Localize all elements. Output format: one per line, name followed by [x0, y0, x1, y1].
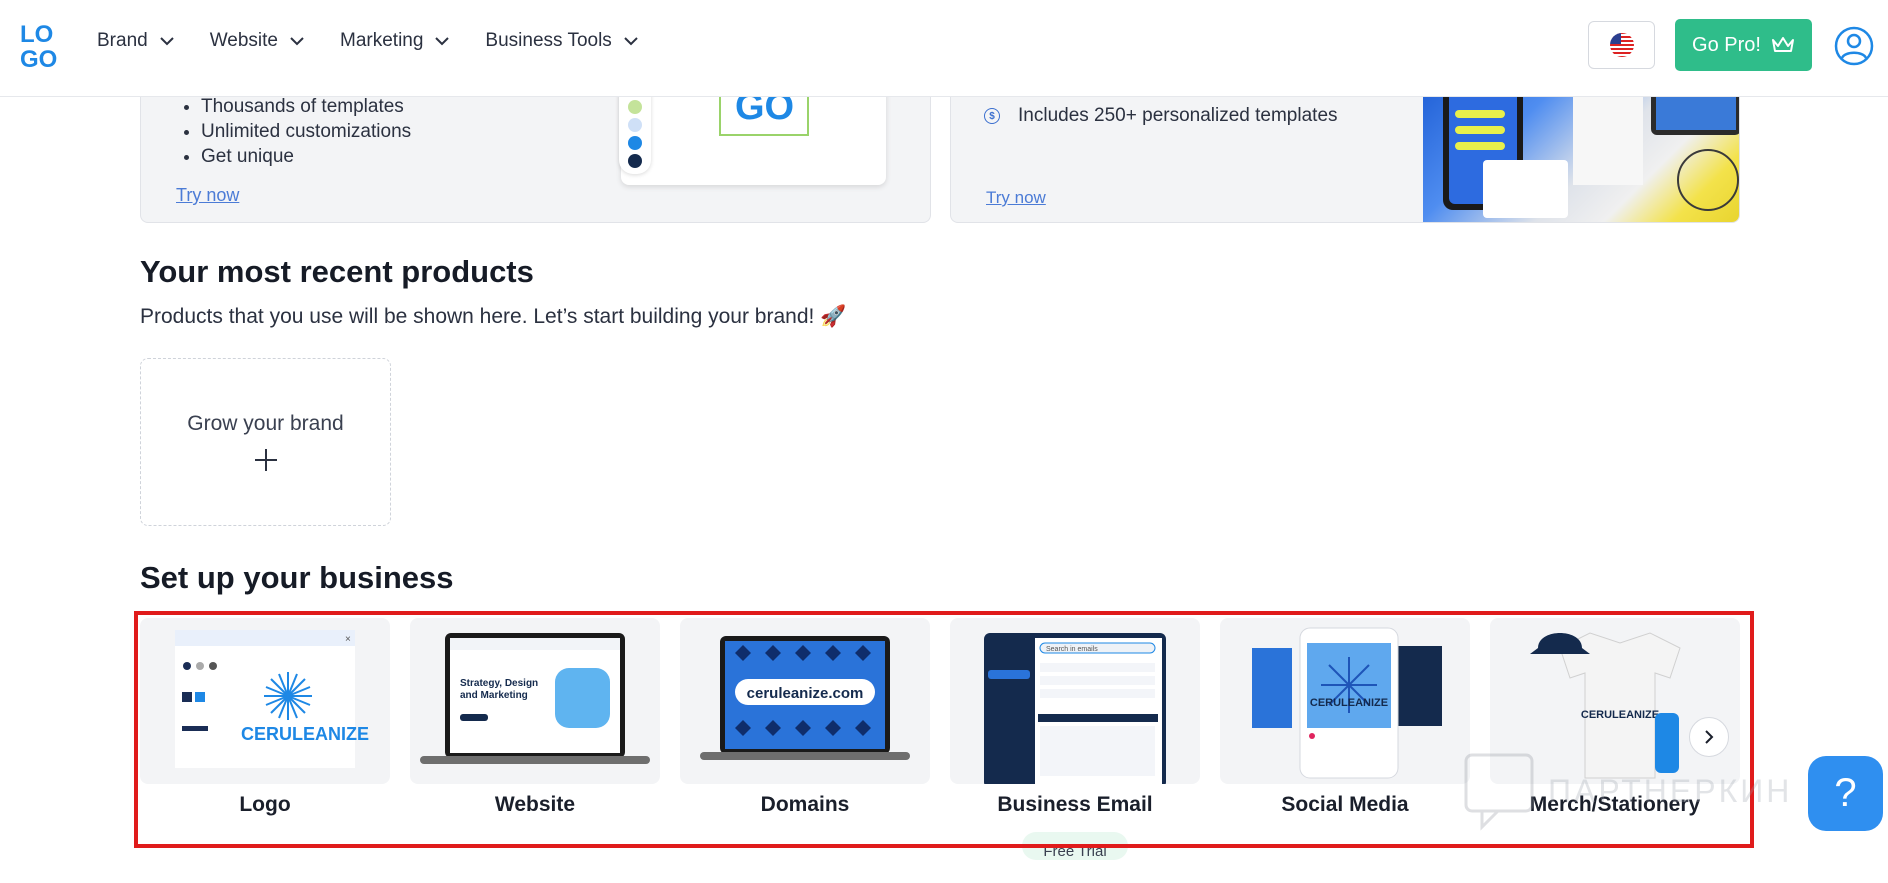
chat-bubble-icon: [1464, 753, 1534, 831]
try-now-link[interactable]: Try now: [986, 188, 1046, 208]
nav-marketing[interactable]: Marketing: [340, 30, 451, 52]
try-now-link[interactable]: Try now: [176, 185, 239, 206]
dollar-circle-icon: $: [984, 108, 1000, 124]
nav-marketing-label: Marketing: [340, 30, 424, 51]
nav-business-tools-label: Business Tools: [485, 30, 612, 51]
promo-feature: Unlimited customizations: [201, 119, 411, 144]
nav-website[interactable]: Website: [210, 30, 306, 52]
plus-icon: [254, 449, 277, 471]
nav-brand[interactable]: Brand: [97, 30, 176, 52]
go-pro-label: Go Pro!: [1692, 33, 1761, 56]
chevron-down-icon: [159, 37, 174, 46]
grow-your-brand-card[interactable]: Grow your brand: [140, 358, 391, 526]
chevron-down-icon: [624, 37, 638, 46]
user-circle-icon: [1834, 26, 1874, 66]
go-pro-button[interactable]: Go Pro!: [1675, 19, 1812, 71]
chevron-down-icon: [290, 37, 304, 46]
svg-text:LO: LO: [20, 21, 53, 48]
promo-feature-list: Thousands of templates Unlimited customi…: [201, 94, 411, 169]
account-button[interactable]: [1833, 25, 1875, 67]
recent-products-title: Your most recent products: [140, 254, 534, 289]
crown-icon: [1771, 37, 1794, 52]
promo-feature: Thousands of templates: [201, 94, 411, 119]
nav-website-label: Website: [209, 30, 278, 51]
promo-card-logo-maker: Thousands of templates Unlimited customi…: [140, 80, 931, 223]
us-flag-icon: [1609, 33, 1634, 57]
question-mark-icon: ?: [1834, 771, 1857, 815]
language-selector[interactable]: [1588, 21, 1655, 69]
logo[interactable]: LO GO: [18, 20, 66, 73]
promo-card-templates: $ Includes 250+ personalized templates T…: [950, 80, 1740, 223]
nav-business-tools[interactable]: Business Tools: [485, 30, 639, 52]
top-navigation-bar: LO GO Brand Website Marketing Business T…: [0, 0, 1888, 97]
nav-brand-label: Brand: [97, 30, 148, 51]
grow-your-brand-label: Grow your brand: [187, 412, 344, 435]
promo-feature: $ Includes 250+ personalized templates: [984, 105, 1338, 127]
recent-products-subtitle: Products that you use will be shown here…: [140, 305, 847, 328]
promo-feature: Get unique: [201, 144, 411, 169]
svg-text:GO: GO: [20, 46, 57, 70]
main-nav: Brand Website Marketing Business Tools: [97, 30, 640, 52]
help-button[interactable]: ?: [1808, 756, 1883, 831]
setup-business-title: Set up your business: [140, 560, 454, 595]
templates-collage-image: [1423, 80, 1739, 222]
promo-feature-text: Includes 250+ personalized templates: [1018, 105, 1338, 126]
chevron-down-icon: [435, 37, 450, 46]
watermark-text: ПАРТНЕРКИН: [1548, 772, 1793, 809]
